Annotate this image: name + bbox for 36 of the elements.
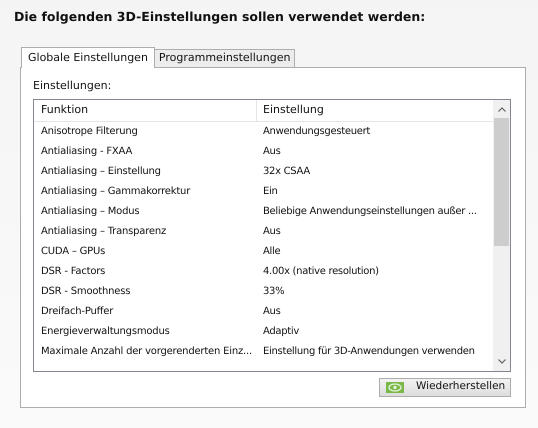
table-cell-text: Energieverwaltungsmodus — [40, 325, 171, 339]
table-cell-text: Maximale Anzahl der vorgerenderten Einz... — [40, 345, 253, 359]
table-cell-text: Antialiasing – Transparenz — [40, 225, 168, 239]
column-header[interactable]: Funktion — [34, 100, 257, 120]
table-cell-text: Aus — [262, 305, 282, 319]
table-cell-text: Aus — [262, 145, 282, 159]
scrollbar[interactable] — [493, 100, 510, 370]
table-cell-text: Ein — [262, 185, 279, 199]
table-cell-text: Dreifach-Puffer — [40, 305, 114, 319]
table-cell-text: Antialiasing – Einstellung — [40, 165, 162, 179]
restore-button[interactable]: Wiederherstellen — [379, 378, 511, 396]
eye-logo-icon — [386, 382, 404, 392]
table-cell-text: Anwendungsgesteuert — [262, 125, 372, 139]
scroll-thumb[interactable] — [494, 118, 509, 246]
settings-label: Einstellungen: — [33, 78, 112, 94]
page-heading: Die folgenden 3D-Einstellungen sollen verwendet werden: — [14, 8, 426, 26]
table-cell-text: 32x CSAA — [262, 165, 311, 179]
table-cell-text: DSR - Smoothness — [40, 285, 132, 299]
tab[interactable]: Globale Einstellungen — [21, 47, 155, 68]
table-cell-text: 33% — [262, 285, 286, 299]
scroll-up-icon[interactable] — [498, 106, 506, 112]
table-cell-text: Alle — [262, 245, 282, 259]
table-cell-text: Einstellung für 3D-Anwendungen verwenden — [262, 345, 476, 359]
tab[interactable]: Programmeinstellungen — [154, 49, 296, 67]
table-cell-text: Anisotrope Filterung — [40, 125, 139, 139]
column-header[interactable]: Einstellung — [257, 100, 493, 120]
table-cell-text: Adaptiv — [262, 325, 300, 339]
table-cell-text: CUDA – GPUs — [40, 245, 106, 259]
table-cell-text: Aus — [262, 225, 282, 239]
table-cell-text: Antialiasing – Gammakorrektur — [40, 185, 192, 199]
scroll-down-icon[interactable] — [498, 358, 506, 364]
table-cell-text: Antialiasing - FXAA — [40, 145, 134, 159]
table-cell-text: Beliebige Anwendungseinstellungen außer ... — [262, 205, 478, 219]
table-cell-text: 4.00x (native resolution) — [262, 265, 380, 279]
table-cell-text: DSR - Factors — [40, 265, 106, 279]
table-cell-text: Antialiasing – Modus — [40, 205, 140, 219]
